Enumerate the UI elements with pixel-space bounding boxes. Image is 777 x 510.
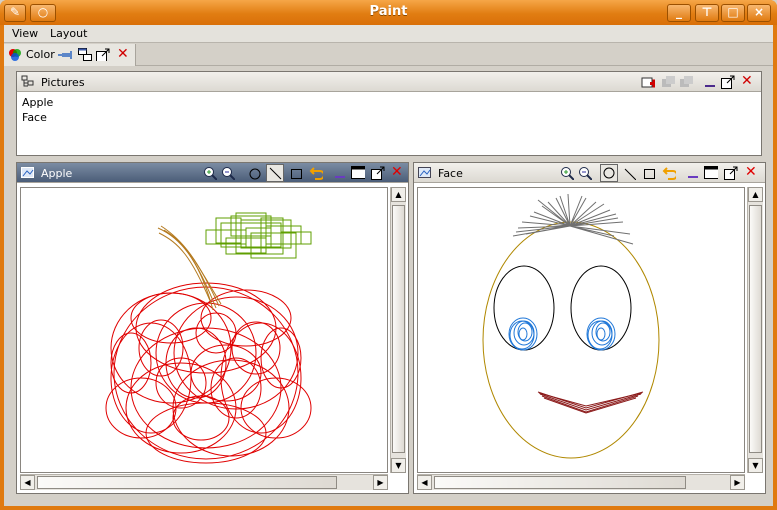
menu-view[interactable]: View — [12, 27, 38, 40]
restore-button[interactable]: ⊤ — [695, 4, 719, 22]
apple-leaf — [205, 212, 312, 259]
maximize-icon[interactable] — [351, 166, 365, 180]
apple-vertical-scrollbar[interactable]: ▲ ▼ — [390, 187, 406, 473]
dock-tab-row: Color ✕ — [4, 44, 773, 66]
list-item-face[interactable]: Face — [22, 111, 47, 124]
float-icon[interactable] — [371, 166, 385, 180]
ellipse-tool-icon[interactable] — [247, 166, 261, 180]
scroll-down-button[interactable]: ▼ — [748, 458, 763, 473]
apple-drawing — [105, 212, 312, 464]
picture-icon — [21, 167, 34, 178]
scroll-left-button[interactable]: ◀ — [20, 475, 35, 490]
line-tool-icon[interactable] — [622, 166, 636, 180]
right-eye — [570, 265, 632, 351]
undo-icon[interactable] — [662, 166, 676, 180]
scroll-down-button[interactable]: ▼ — [391, 458, 406, 473]
float-icon[interactable] — [721, 75, 735, 89]
list-item-apple[interactable]: Apple — [22, 96, 53, 109]
apple-panel: Apple ✕ ▲ ▼ ◀ ▶ — [16, 162, 409, 494]
duplicate-picture-icon[interactable] — [661, 75, 675, 89]
menu-bar: View Layout — [4, 25, 773, 43]
rectangle-tool-icon[interactable] — [642, 166, 656, 180]
face-panel: Face ✕ ▲ ▼ ◀ ▶ — [413, 162, 766, 494]
apple-canvas[interactable] — [20, 187, 388, 473]
zoom-out-icon[interactable] — [578, 166, 592, 180]
horizontal-scroll-thumb[interactable] — [37, 476, 337, 489]
add-picture-icon[interactable] — [641, 75, 655, 89]
face-hair — [512, 193, 634, 245]
copy-picture-icon[interactable] — [679, 75, 693, 89]
vertical-scroll-thumb[interactable] — [749, 205, 762, 453]
minimize-icon[interactable] — [686, 166, 700, 180]
mouth — [537, 391, 644, 414]
close-button[interactable]: × — [747, 4, 771, 22]
float-icon[interactable] — [724, 166, 738, 180]
window-title: Paint — [369, 4, 408, 19]
pictures-icon — [21, 75, 34, 87]
scroll-right-button[interactable]: ▶ — [730, 475, 745, 490]
minimize-icon[interactable] — [703, 75, 717, 89]
zoom-out-icon[interactable] — [221, 166, 235, 180]
ellipse-tool-button[interactable] — [600, 164, 618, 182]
horizontal-scroll-thumb[interactable] — [434, 476, 686, 489]
color-icon — [9, 49, 21, 61]
pictures-title: Pictures — [41, 76, 85, 89]
pictures-list: Apple Face — [18, 94, 760, 154]
scroll-up-button[interactable]: ▲ — [391, 187, 406, 202]
color-tab-label: Color — [26, 48, 55, 61]
menu-layout[interactable]: Layout — [50, 27, 87, 40]
apple-body — [105, 282, 312, 464]
color-tab[interactable]: Color ✕ — [4, 44, 136, 66]
scroll-left-button[interactable]: ◀ — [417, 475, 432, 490]
line-tool-button[interactable] — [266, 164, 284, 182]
apple-stem — [157, 225, 222, 311]
undo-icon[interactable] — [309, 166, 323, 180]
float-icon[interactable] — [96, 48, 110, 61]
close-tab-icon[interactable]: ✕ — [117, 46, 129, 62]
face-horizontal-scrollbar[interactable]: ◀ ▶ — [417, 474, 745, 490]
pin-icon[interactable] — [58, 49, 72, 62]
face-outline — [482, 221, 660, 459]
left-pupil — [508, 317, 538, 351]
minimize-button[interactable]: _ — [667, 4, 691, 22]
zoom-in-icon[interactable] — [560, 166, 574, 180]
right-pupil — [586, 317, 616, 351]
scroll-right-button[interactable]: ▶ — [373, 475, 388, 490]
face-drawing — [482, 193, 660, 459]
scroll-up-button[interactable]: ▲ — [748, 187, 763, 202]
pictures-header: Pictures ✕ — [17, 72, 761, 92]
face-header: Face ✕ — [414, 163, 765, 183]
client-area: View Layout Color ✕ Pictures ✕ Apple Fac… — [4, 25, 773, 506]
minimize-icon[interactable] — [333, 166, 347, 180]
picture-icon — [418, 167, 431, 178]
face-title: Face — [438, 167, 463, 180]
title-bar[interactable]: ✎ ○ Paint _ ⊤ □ × — [0, 0, 777, 25]
ellipse-tool-icon — [603, 167, 615, 179]
zoom-in-icon[interactable] — [203, 166, 217, 180]
apple-header: Apple ✕ — [17, 163, 408, 183]
line-tool-icon — [269, 167, 282, 180]
close-icon[interactable]: ✕ — [745, 164, 757, 180]
apple-horizontal-scrollbar[interactable]: ◀ ▶ — [20, 474, 388, 490]
vertical-scroll-thumb[interactable] — [392, 205, 405, 453]
maximize-button[interactable]: □ — [721, 4, 745, 22]
rectangle-tool-icon[interactable] — [289, 166, 303, 180]
close-icon[interactable]: ✕ — [741, 73, 753, 89]
close-icon[interactable]: ✕ — [391, 164, 403, 180]
face-canvas[interactable] — [417, 187, 745, 473]
pictures-panel: Pictures ✕ Apple Face — [16, 71, 762, 156]
tile-icon[interactable] — [78, 48, 92, 61]
maximize-icon[interactable] — [704, 166, 718, 180]
apple-title: Apple — [41, 167, 73, 180]
face-vertical-scrollbar[interactable]: ▲ ▼ — [747, 187, 763, 473]
left-eye — [493, 265, 555, 351]
paint-window: ✎ ○ Paint _ ⊤ □ × View Layout Color ✕ Pi… — [0, 0, 777, 510]
